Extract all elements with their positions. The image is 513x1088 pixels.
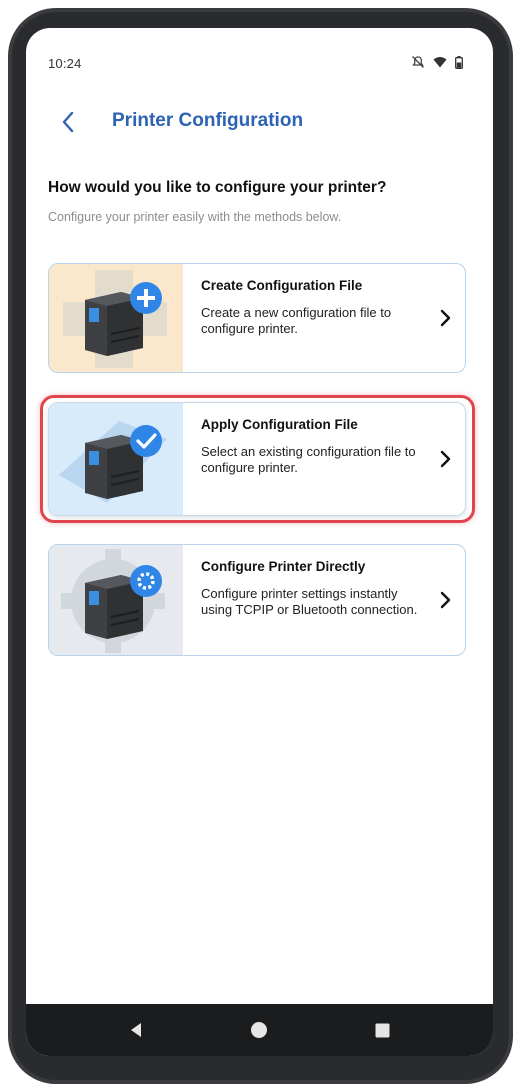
prompt-heading: How would you like to configure your pri… [48,179,387,196]
status-icons [411,55,463,69]
system-nav-bar [26,1004,493,1056]
option-description: Select an existing configuration file to… [201,444,416,475]
app-screen: 10:24 Printer Configuration How would yo… [26,28,493,1056]
nav-back-button[interactable] [106,1004,166,1056]
option-thumbnail [49,403,183,515]
page-title: Printer Configuration [112,110,304,131]
nav-recents-button[interactable] [352,1004,412,1056]
wifi-icon [433,56,447,68]
nav-home-icon [251,1022,267,1038]
chevron-right-icon [440,450,451,468]
app-bar: Printer Configuration [26,98,493,146]
option-card-configure-directly[interactable]: Configure Printer Directly Configure pri… [48,544,466,656]
nav-home-button[interactable] [229,1004,289,1056]
status-bar: 10:24 [26,28,493,90]
back-button[interactable] [52,106,84,138]
option-title: Configure Printer Directly [201,559,366,574]
option-body: Create Configuration File Create a new c… [183,264,465,372]
option-card-apply-config[interactable]: Apply Configuration File Select an exist… [48,402,466,516]
chevron-right-icon [440,309,451,327]
printer-check-icon [59,421,167,503]
chevron-right-icon [440,591,451,609]
option-card-create-config[interactable]: Create Configuration File Create a new c… [48,263,466,373]
option-description: Create a new configuration file to confi… [201,305,392,336]
status-time: 10:24 [48,56,82,71]
option-description: Configure printer settings instantly usi… [201,586,418,617]
nav-recents-icon [375,1023,389,1037]
option-thumbnail [49,545,183,655]
prompt-subheading: Configure your printer easily with the m… [48,210,342,224]
option-title: Apply Configuration File [201,417,358,432]
printer-add-icon [63,270,167,368]
battery-icon [455,55,463,69]
nav-back-icon [131,1023,141,1037]
option-body: Apply Configuration File Select an exist… [183,403,465,515]
printer-settings-icon [61,549,165,653]
option-body: Configure Printer Directly Configure pri… [183,545,465,655]
option-thumbnail [49,264,183,372]
notifications-off-icon [411,55,425,69]
chevron-left-icon [62,111,74,133]
option-title: Create Configuration File [201,278,363,293]
